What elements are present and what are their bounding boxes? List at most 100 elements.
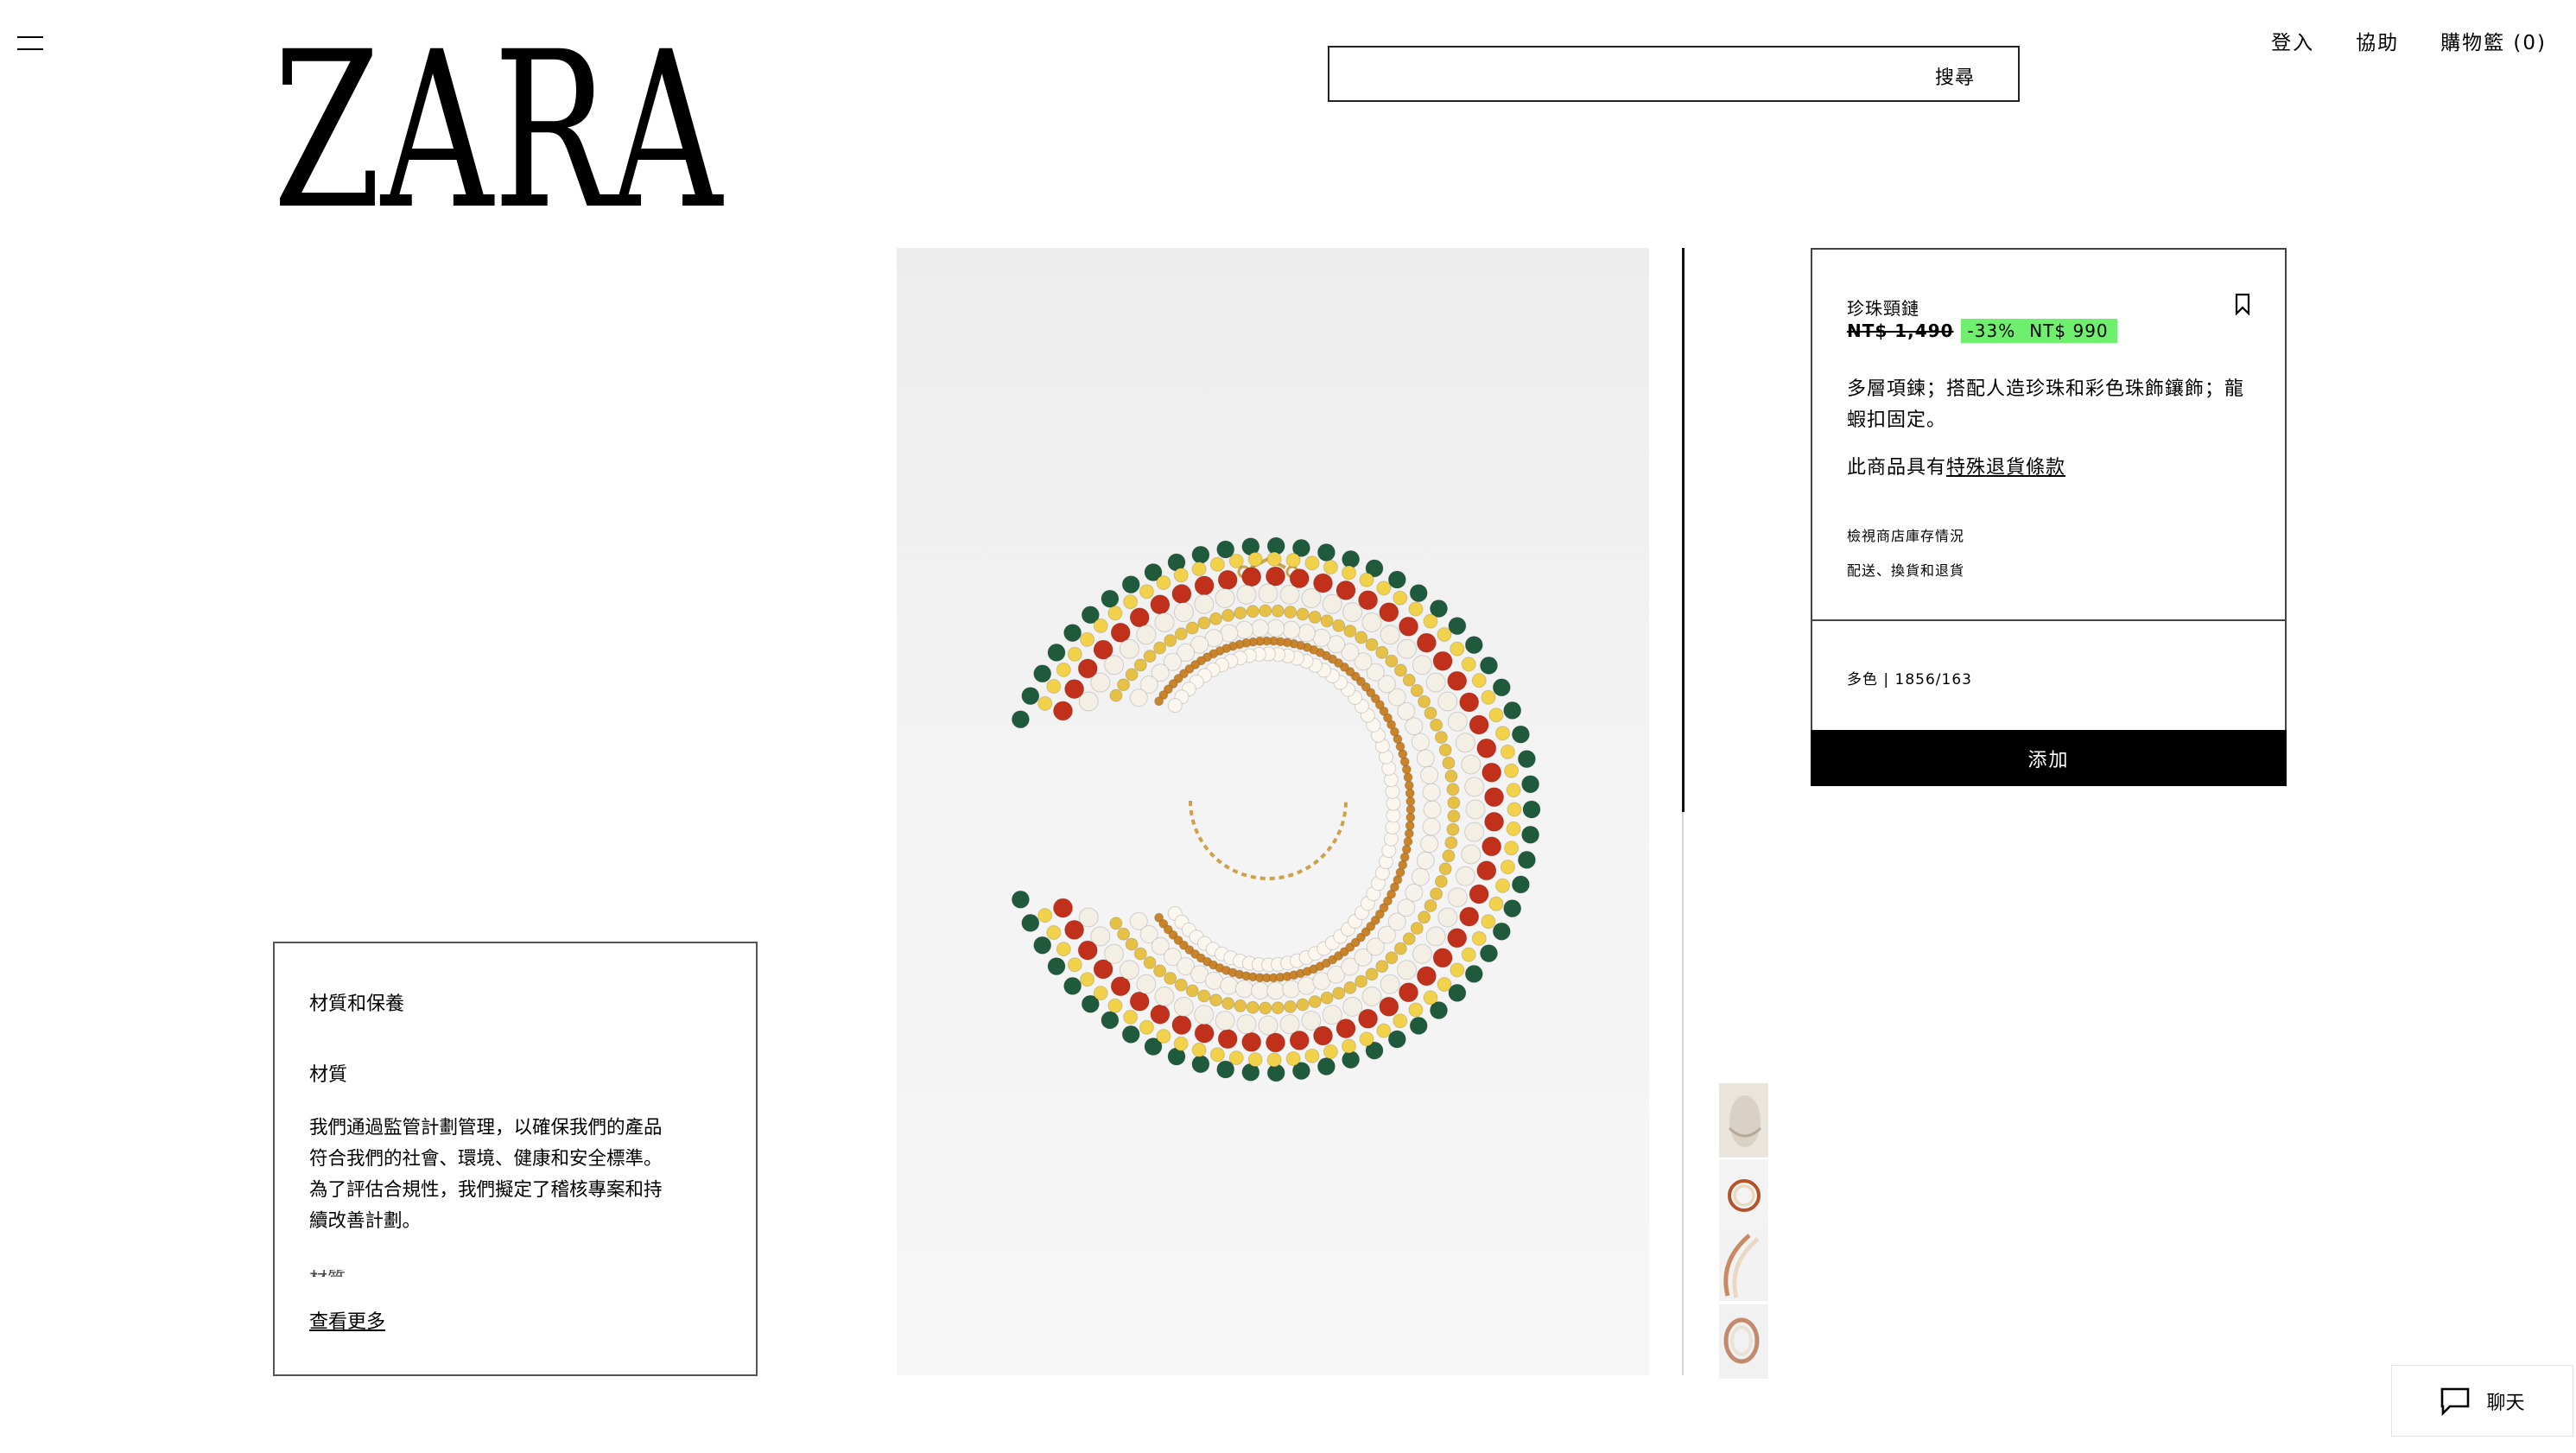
necklace-bead: [1343, 625, 1357, 638]
necklace-bead: [1393, 663, 1407, 677]
necklace-bead: [1266, 1032, 1285, 1053]
necklace-bead: [1365, 968, 1379, 981]
chat-button[interactable]: 聊天: [2391, 1365, 2573, 1437]
search-bar[interactable]: 搜尋: [1328, 46, 2020, 102]
necklace-bead: [1399, 852, 1410, 862]
necklace-bead: [1403, 772, 1413, 783]
see-more-link[interactable]: 查看更多: [309, 1306, 385, 1334]
necklace-bead: [1444, 769, 1458, 783]
shipping-returns-link[interactable]: 配送、換貨和退貨: [1847, 559, 1964, 580]
necklace-bead: [1217, 1029, 1238, 1050]
necklace-bead: [1471, 673, 1487, 688]
necklace-bead: [1133, 658, 1147, 672]
store-stock-link[interactable]: 檢視商店庫存情況: [1847, 524, 1964, 545]
necklace-bead: [1343, 980, 1357, 994]
necklace-bead: [1481, 914, 1496, 930]
care-panel-title: 材質和保養: [309, 993, 405, 1015]
necklace-bead: [1121, 1025, 1140, 1044]
necklace-bead: [1156, 1029, 1171, 1044]
necklace-bead: [1194, 593, 1215, 614]
necklace-bead: [1228, 553, 1244, 568]
necklace-bead: [1284, 999, 1298, 1013]
necklace-bead: [1412, 943, 1432, 964]
necklace-bead: [1430, 887, 1443, 901]
necklace-bead: [1191, 1055, 1210, 1074]
necklace-bead: [1285, 553, 1301, 568]
necklace-bead: [1355, 631, 1368, 644]
necklace-bead: [1117, 678, 1131, 692]
necklace-bead: [1153, 964, 1167, 978]
thumbnail-closeup-image: [1719, 1304, 1768, 1379]
necklace-bead: [1150, 1004, 1171, 1025]
necklace-bead: [1154, 987, 1175, 1006]
necklace-bead: [1464, 964, 1483, 983]
thumbnail-model-image: [1719, 1083, 1768, 1158]
necklace-bead: [1246, 1000, 1259, 1014]
necklace-bead: [1418, 911, 1431, 924]
thumbnail-2[interactable]: [1719, 1159, 1768, 1234]
necklace-bead: [1469, 884, 1489, 904]
necklace-bead: [1422, 817, 1441, 836]
necklace-bead: [1209, 556, 1225, 572]
necklace-bead: [1215, 1011, 1235, 1031]
necklace-bead: [1476, 860, 1497, 881]
help-link[interactable]: 協助: [2356, 26, 2399, 55]
necklace-bead: [1434, 874, 1448, 888]
necklace-bead: [1410, 922, 1424, 936]
necklace-bead: [1517, 750, 1536, 769]
product-main-image[interactable]: [897, 248, 1649, 1375]
necklace-bead: [1464, 822, 1485, 842]
necklace-bead: [1464, 636, 1483, 655]
thumbnail-4[interactable]: [1719, 1304, 1768, 1379]
necklace-bead: [1332, 987, 1346, 1000]
necklace-bead: [1136, 625, 1157, 645]
necklace-bead: [1432, 948, 1453, 968]
search-input[interactable]: [1329, 48, 2018, 100]
necklace-bead: [1418, 695, 1431, 708]
necklace-bead: [1215, 588, 1235, 608]
necklace-bead: [1405, 883, 1424, 902]
necklace-bead: [1361, 987, 1382, 1006]
necklace-bead: [1173, 1036, 1189, 1051]
necklace-bead: [1301, 588, 1322, 608]
cart-link[interactable]: 購物籃 (0): [2440, 26, 2547, 55]
hamburger-icon-line-bottom: [17, 48, 43, 50]
zara-logo[interactable]: ZARA: [273, 5, 727, 257]
necklace-bead: [1397, 638, 1418, 659]
necklace-bead: [1080, 631, 1095, 647]
care-panel-truncated: 材質: [309, 1270, 663, 1277]
necklace-bead: [1167, 698, 1183, 714]
necklace-bead: [1107, 998, 1123, 1013]
zara-logo-image: ZARA: [273, 5, 724, 257]
necklace-bead: [1247, 551, 1263, 567]
necklace-bead: [1136, 974, 1157, 994]
necklace-bead: [1194, 575, 1215, 596]
necklace-bead: [1380, 625, 1400, 645]
necklace-bead: [1423, 990, 1438, 1006]
necklace-bead: [1405, 717, 1424, 736]
sale-price: NT$ 990: [2022, 319, 2117, 343]
necklace-bead: [1119, 960, 1139, 980]
thumbnail-3[interactable]: [1719, 1227, 1768, 1301]
add-to-cart-button[interactable]: 添加: [1811, 730, 2287, 786]
image-scroll-thumb[interactable]: [1682, 248, 1685, 812]
necklace-bead: [1359, 572, 1374, 587]
necklace-bead: [1251, 619, 1270, 638]
necklace-bead: [1317, 543, 1336, 562]
thumbnail-1[interactable]: [1719, 1083, 1768, 1158]
necklace-bead: [1476, 738, 1497, 758]
necklace-bead: [1279, 584, 1300, 605]
necklace-bead: [1446, 822, 1460, 836]
necklace-bead: [1191, 545, 1210, 564]
necklace-bead: [1376, 581, 1392, 596]
necklace-bead: [1495, 878, 1510, 893]
bookmark-icon[interactable]: [2235, 293, 2250, 315]
login-link[interactable]: 登入: [2271, 26, 2314, 55]
special-return-terms-link[interactable]: 特殊退貨條款: [1946, 457, 2065, 479]
necklace-bead: [1037, 695, 1053, 711]
necklace-bead: [1438, 743, 1452, 757]
necklace-bead: [1507, 802, 1522, 817]
necklace-bead: [1046, 925, 1062, 940]
necklace-bead: [1101, 1011, 1120, 1030]
menu-button[interactable]: [17, 33, 45, 55]
